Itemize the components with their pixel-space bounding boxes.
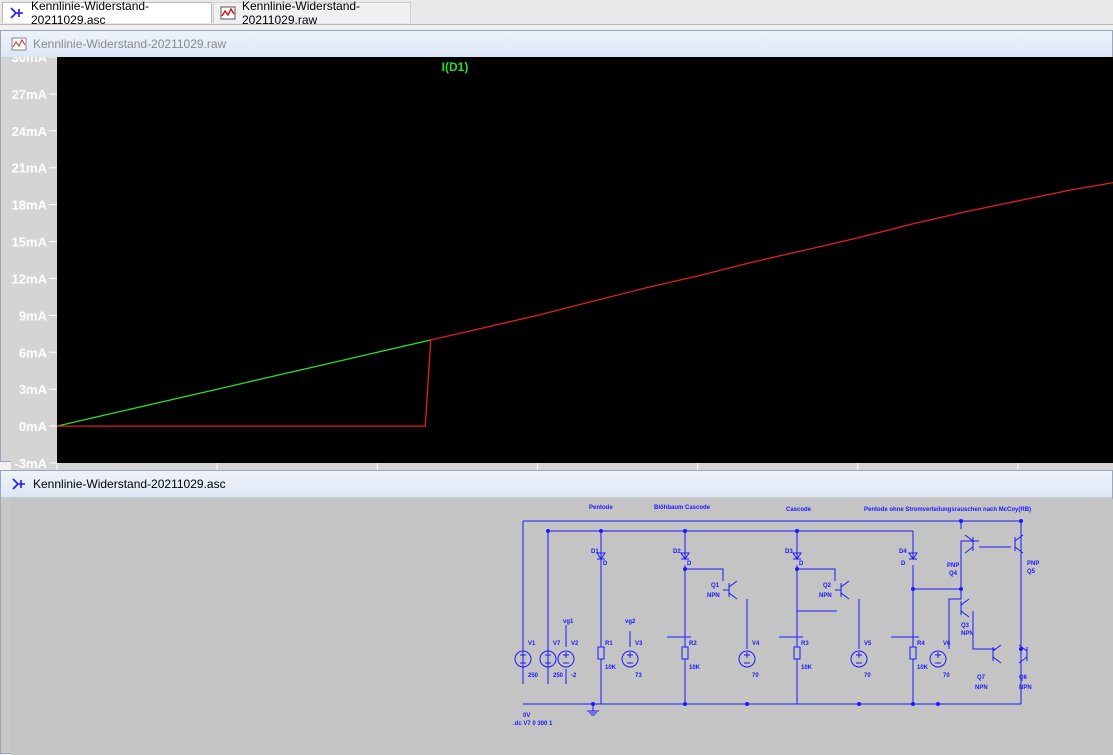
val-q4[interactable]: PNP [947, 563, 959, 569]
val-q7[interactable]: NPN [975, 685, 988, 691]
schematic-text: Pentode Blöhbaum Cascode Cascode Pentode… [513, 505, 1039, 727]
ref-v6[interactable]: V6 [943, 641, 951, 647]
val-r4[interactable]: 10K [917, 665, 929, 671]
y-tick-label[interactable]: 18mA [12, 198, 48, 213]
waveform-window-icon [11, 37, 27, 51]
ref-r2[interactable]: R2 [689, 641, 697, 647]
ref-q3[interactable]: Q3 [961, 623, 970, 629]
window-titlebar[interactable]: Kennlinie-Widerstand-20211029.asc [1, 471, 1112, 497]
ref-r1[interactable]: R1 [605, 641, 613, 647]
ref-d3[interactable]: D3 [785, 549, 793, 555]
y-tick-label[interactable]: 3mA [19, 382, 48, 397]
val-q5[interactable]: PNP [1027, 561, 1039, 567]
window-title: Kennlinie-Widerstand-20211029.raw [33, 37, 227, 51]
resistors [597, 646, 917, 660]
y-tick-label[interactable]: 6mA [19, 345, 48, 360]
ref-q5[interactable]: Q5 [1027, 569, 1036, 575]
val-d3[interactable]: D [799, 561, 804, 567]
val-v7[interactable]: 250 [553, 673, 564, 679]
plot-background [57, 57, 1113, 463]
y-tick-label[interactable]: 12mA [12, 271, 48, 286]
y-tick-label[interactable]: 9mA [19, 308, 48, 323]
ref-d4[interactable]: D4 [899, 549, 907, 555]
spice-directive[interactable]: .dc V7 0 300 1 [513, 721, 553, 727]
label-pentode-mccoy: Pentode ohne Stromverteilungsrauschen na… [864, 507, 1031, 513]
val-d4[interactable]: D [901, 561, 906, 567]
val-v2[interactable]: -2 [571, 673, 577, 679]
waveform-window[interactable]: Kennlinie-Widerstand-20211029.raw 30mA 27… [0, 30, 1113, 489]
waveform-plot[interactable]: 30mA 27mA 24mA 21mA 18mA 15mA 12mA 9mA 6mA 3mA 0mA… [11, 57, 1113, 489]
document-tab-bar: Kennlinie-Widerstand-20211029.asc Kennli… [0, 0, 1113, 27]
tab-schematic[interactable]: Kennlinie-Widerstand-20211029.asc [2, 0, 212, 27]
y-tick-label[interactable]: -3mA [14, 456, 47, 471]
window-titlebar[interactable]: Kennlinie-Widerstand-20211029.raw [1, 31, 1112, 57]
diodes [596, 552, 918, 560]
val-d1[interactable]: D [603, 561, 608, 567]
val-v6[interactable]: 70 [943, 673, 950, 679]
ref-r4[interactable]: R4 [917, 641, 925, 647]
trace-label-i-d1[interactable]: I(D1) [442, 60, 469, 74]
y-tick-label[interactable]: 21mA [12, 161, 48, 176]
label-pentode: Pentode [589, 505, 613, 511]
val-q1[interactable]: NPN [707, 593, 720, 599]
schematic-window-icon [12, 478, 25, 490]
val-v3[interactable]: 73 [635, 673, 642, 679]
ref-v1[interactable]: V1 [528, 641, 536, 647]
y-tick-label[interactable]: 24mA [12, 124, 48, 139]
tab-label: Kennlinie-Widerstand-20211029.raw [242, 0, 361, 27]
val-r2[interactable]: 10K [689, 665, 701, 671]
ref-v2[interactable]: V2 [571, 641, 579, 647]
label-0v: 0V [523, 713, 530, 719]
ref-q7[interactable]: Q7 [977, 675, 986, 681]
voltage-source-signs [520, 652, 941, 664]
ref-q2[interactable]: Q2 [823, 583, 832, 589]
val-q3[interactable]: NPN [961, 631, 974, 637]
val-d2[interactable]: D [687, 561, 692, 567]
val-q6[interactable]: NPN [1019, 685, 1032, 691]
ref-q1[interactable]: Q1 [711, 583, 720, 589]
net-vg1[interactable]: vg1 [563, 619, 574, 625]
ref-v7[interactable]: V7 [553, 641, 561, 647]
transistors [723, 534, 1028, 664]
val-q2[interactable]: NPN [819, 593, 832, 599]
label-bloehbaum: Blöhbaum Cascode [654, 505, 711, 511]
waveform-icon [220, 6, 236, 20]
voltage-sources [514, 650, 947, 668]
tab-label: Kennlinie-Widerstand-20211029.asc [31, 0, 150, 27]
val-v5[interactable]: 70 [864, 673, 871, 679]
label-cascode: Cascode [786, 507, 812, 513]
ref-v5[interactable]: V5 [864, 641, 872, 647]
ref-v3[interactable]: V3 [635, 641, 643, 647]
ref-r3[interactable]: R3 [801, 641, 809, 647]
window-title: Kennlinie-Widerstand-20211029.asc [33, 477, 226, 491]
val-r1[interactable]: 10K [605, 665, 617, 671]
ref-q6[interactable]: Q6 [1019, 675, 1028, 681]
ref-d2[interactable]: D2 [673, 549, 681, 555]
y-tick-label[interactable]: 15mA [12, 235, 48, 250]
schematic-icon [10, 7, 23, 19]
y-tick-label[interactable]: 30mA [12, 57, 48, 65]
val-v4[interactable]: 70 [752, 673, 759, 679]
ref-v4[interactable]: V4 [752, 641, 760, 647]
ref-d1[interactable]: D1 [591, 549, 599, 555]
val-r3[interactable]: 10K [801, 665, 813, 671]
schematic-window[interactable]: Kennlinie-Widerstand-20211029.asc Pentod… [0, 470, 1113, 755]
tab-waveform[interactable]: Kennlinie-Widerstand-20211029.raw [213, 0, 411, 27]
y-tick-label[interactable]: 0mA [19, 419, 48, 434]
junction-dots [546, 519, 1023, 706]
y-tick-label[interactable]: 27mA [12, 87, 48, 102]
val-v1[interactable]: 250 [528, 673, 539, 679]
ref-q4[interactable]: Q4 [949, 571, 958, 577]
schematic-canvas[interactable]: Pentode Blöhbaum Cascode Cascode Pentode… [11, 499, 1113, 755]
net-vg2[interactable]: vg2 [625, 619, 636, 625]
